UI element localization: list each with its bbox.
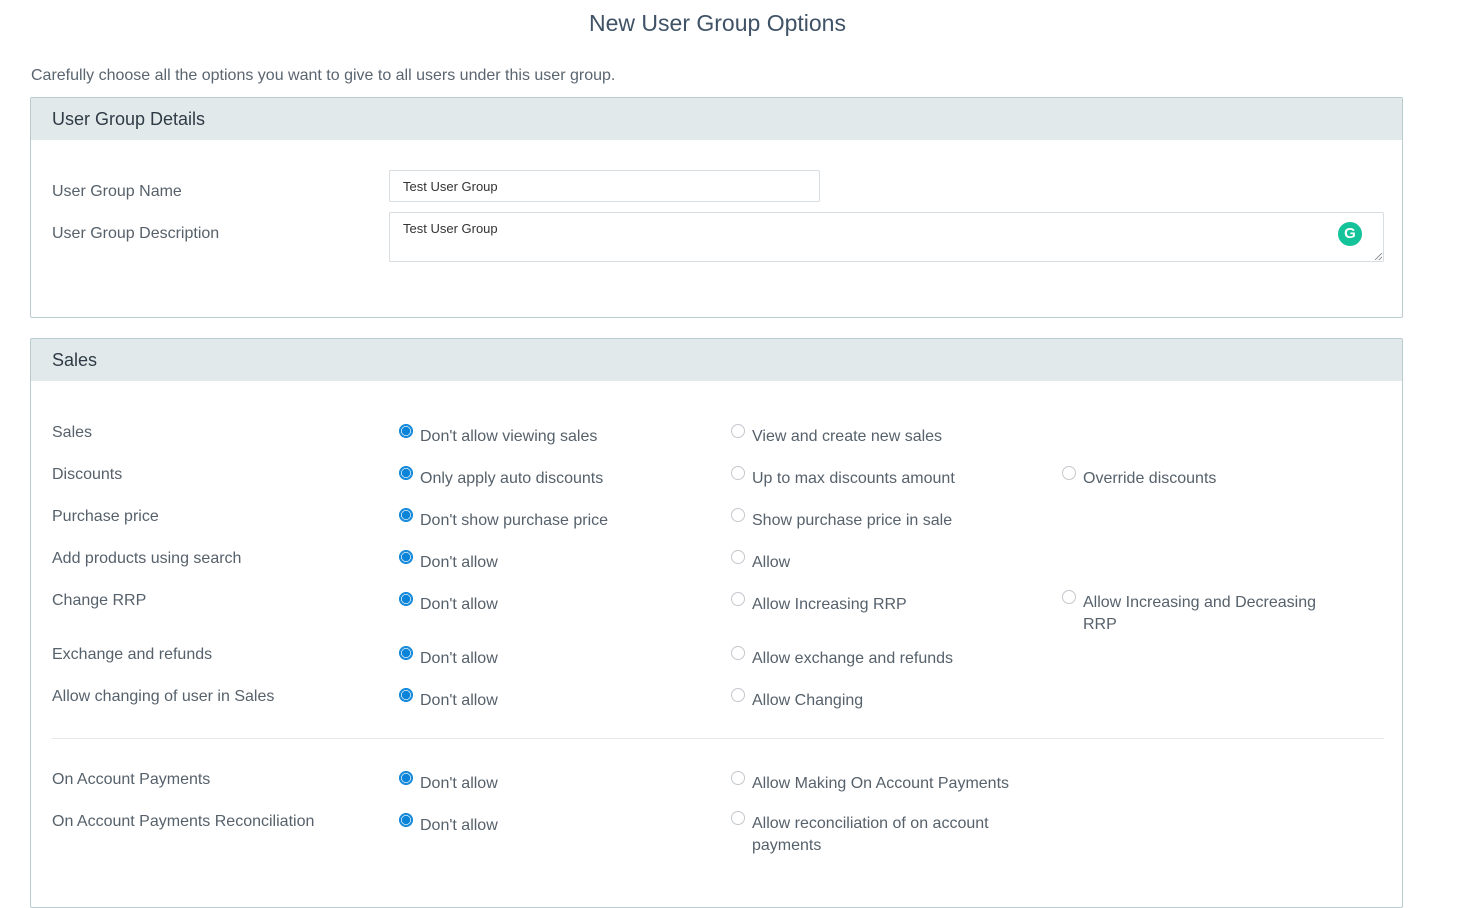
option-label: Show purchase price in sale [752, 512, 953, 529]
row-label-on-account-payments: On Account Payments [52, 771, 211, 788]
radio-button[interactable] [731, 550, 745, 564]
radio-button[interactable] [731, 811, 745, 825]
radio-button[interactable] [399, 424, 413, 438]
option-label: Allow Making On Account Payments [752, 775, 1010, 792]
option-label: Up to max discounts amount [752, 470, 955, 487]
grammarly-icon[interactable]: G [1338, 222, 1362, 246]
group-description-label: User Group Description [52, 225, 220, 242]
radio-button[interactable] [399, 813, 413, 827]
radio-button[interactable] [731, 646, 745, 660]
radio-button[interactable] [731, 592, 745, 606]
section-divider [52, 738, 1384, 739]
option-label: Don't allow viewing sales [420, 428, 598, 445]
radio-button[interactable] [399, 688, 413, 702]
option-label: Allow Increasing RRP [752, 596, 907, 613]
option-label: Don't show purchase price [420, 512, 609, 529]
radio-button[interactable] [731, 508, 745, 522]
radio-button[interactable] [1062, 466, 1076, 480]
radio-button[interactable] [399, 508, 413, 522]
resize-grip-icon[interactable] [1375, 253, 1382, 260]
details-panel: User Group Details User Group Name User … [30, 97, 1403, 318]
radio-button[interactable] [731, 424, 745, 438]
option-label: Don't allow [420, 817, 498, 834]
group-name-label: User Group Name [52, 183, 182, 200]
option-label: Don't allow [420, 596, 498, 613]
details-panel-heading: User Group Details [31, 98, 1402, 140]
option-label: Don't allow [420, 650, 498, 667]
radio-button[interactable] [399, 646, 413, 660]
group-description-wrapper: Test User Group G [389, 212, 1384, 262]
option-label: Allow reconciliation of on account payme… [752, 815, 989, 854]
row-label-change-rrp: Change RRP [52, 592, 147, 609]
option-label: Allow Increasing and Decreasing RRP [1083, 594, 1317, 633]
radio-button[interactable] [731, 771, 745, 785]
radio-button[interactable] [399, 550, 413, 564]
option-label: Don't allow [420, 775, 498, 792]
radio-button[interactable] [399, 592, 413, 606]
row-label-sales: Sales [52, 424, 93, 441]
option-label: Don't allow [420, 554, 498, 571]
option-label: Allow exchange and refunds [752, 650, 954, 667]
row-label-purchase-price: Purchase price [52, 508, 159, 525]
page-title: New User Group Options [589, 10, 846, 36]
row-label-change-user: Allow changing of user in Sales [52, 688, 275, 705]
option-label: Only apply auto discounts [420, 470, 604, 487]
radio-button[interactable] [399, 466, 413, 480]
row-label-discounts: Discounts [52, 466, 123, 483]
page-intro: Carefully choose all the options you wan… [31, 67, 616, 84]
option-label: Allow [752, 554, 791, 571]
group-name-input[interactable] [389, 170, 820, 202]
sales-panel-heading: Sales [31, 339, 1402, 381]
row-label-add-products: Add products using search [52, 550, 242, 567]
option-label: Override discounts [1083, 470, 1217, 487]
option-label: Allow Changing [752, 692, 864, 709]
sales-panel: Sales Sales Don't allow viewing sales Vi… [30, 338, 1403, 908]
row-label-exchange-refunds: Exchange and refunds [52, 646, 213, 663]
option-label: Don't allow [420, 692, 498, 709]
row-label-on-account-reconciliation: On Account Payments Reconciliation [52, 813, 315, 830]
group-description-textarea[interactable]: Test User Group [389, 212, 1384, 262]
option-label: View and create new sales [752, 428, 943, 445]
radio-button[interactable] [399, 771, 413, 785]
radio-button[interactable] [731, 466, 745, 480]
radio-button[interactable] [731, 688, 745, 702]
radio-button[interactable] [1062, 590, 1076, 604]
